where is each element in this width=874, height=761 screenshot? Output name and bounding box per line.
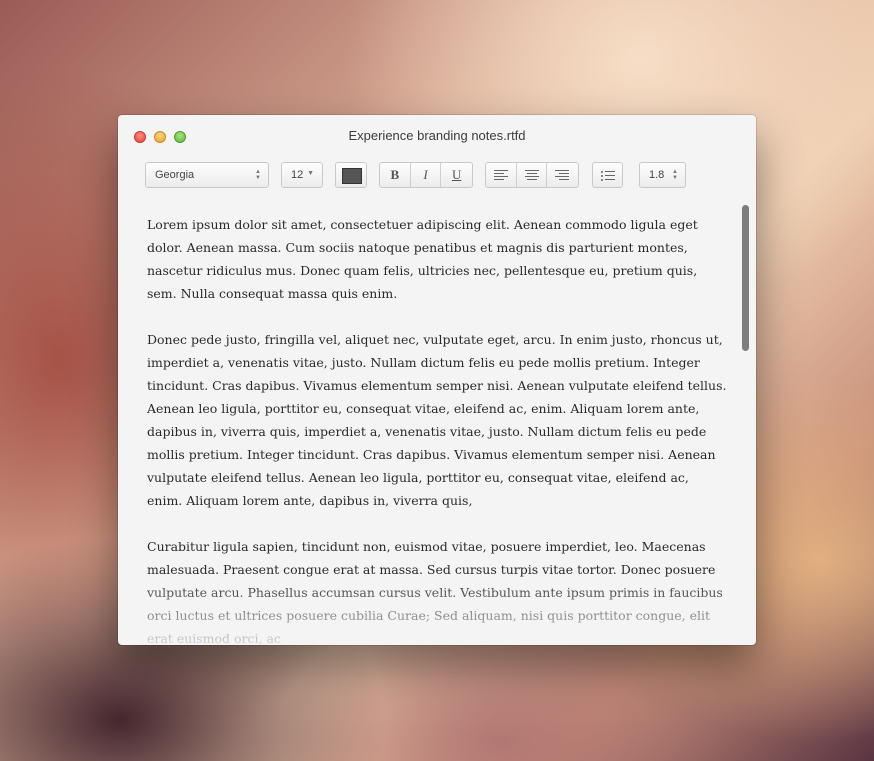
align-left-icon (494, 170, 508, 180)
font-family-select[interactable]: Georgia ▲ ▼ (145, 162, 269, 188)
alignment-group (485, 162, 579, 188)
text-color-well[interactable] (335, 162, 367, 188)
title-bar: Experience branding notes.rtfd (118, 115, 756, 157)
document-text-area[interactable]: Lorem ipsum dolor sit amet, consectetuer… (147, 213, 727, 645)
document-paragraph: Lorem ipsum dolor sit amet, consectetuer… (147, 217, 698, 301)
align-left-button[interactable] (486, 163, 517, 187)
text-style-group: B I U (379, 162, 473, 188)
font-size-select[interactable]: 12 ▼ (281, 162, 323, 188)
line-spacing-select[interactable]: 1.8 ▲ ▼ (639, 162, 686, 188)
align-right-icon (555, 170, 570, 180)
format-toolbar: Georgia ▲ ▼ 12 ▼ B I U 1.8 ▲ ▼ (118, 162, 756, 190)
dropdown-caret-icon: ▼ (307, 170, 314, 177)
underline-button[interactable]: U (441, 163, 472, 187)
editor-window: Experience branding notes.rtfd Georgia ▲… (118, 115, 756, 645)
font-family-value: Georgia (155, 169, 195, 181)
bulleted-list-button[interactable] (592, 162, 623, 188)
stepper-icon: ▲ ▼ (255, 169, 261, 181)
line-spacing-value: 1.8 (649, 169, 665, 181)
vertical-scrollbar-thumb[interactable] (742, 205, 749, 351)
align-center-icon (524, 170, 539, 180)
italic-button[interactable]: I (411, 163, 442, 187)
document-paragraph: Curabitur ligula sapien, tincidunt non, … (147, 539, 723, 645)
align-right-button[interactable] (547, 163, 578, 187)
bulleted-list-icon (601, 170, 615, 182)
bold-button[interactable]: B (380, 163, 411, 187)
window-title: Experience branding notes.rtfd (348, 128, 526, 143)
font-size-value: 12 (291, 169, 304, 181)
stepper-icon: ▲ ▼ (672, 169, 678, 181)
document-paragraph: Donec pede justo, fringilla vel, aliquet… (147, 332, 727, 508)
align-center-button[interactable] (517, 163, 548, 187)
text-color-swatch (342, 168, 362, 184)
